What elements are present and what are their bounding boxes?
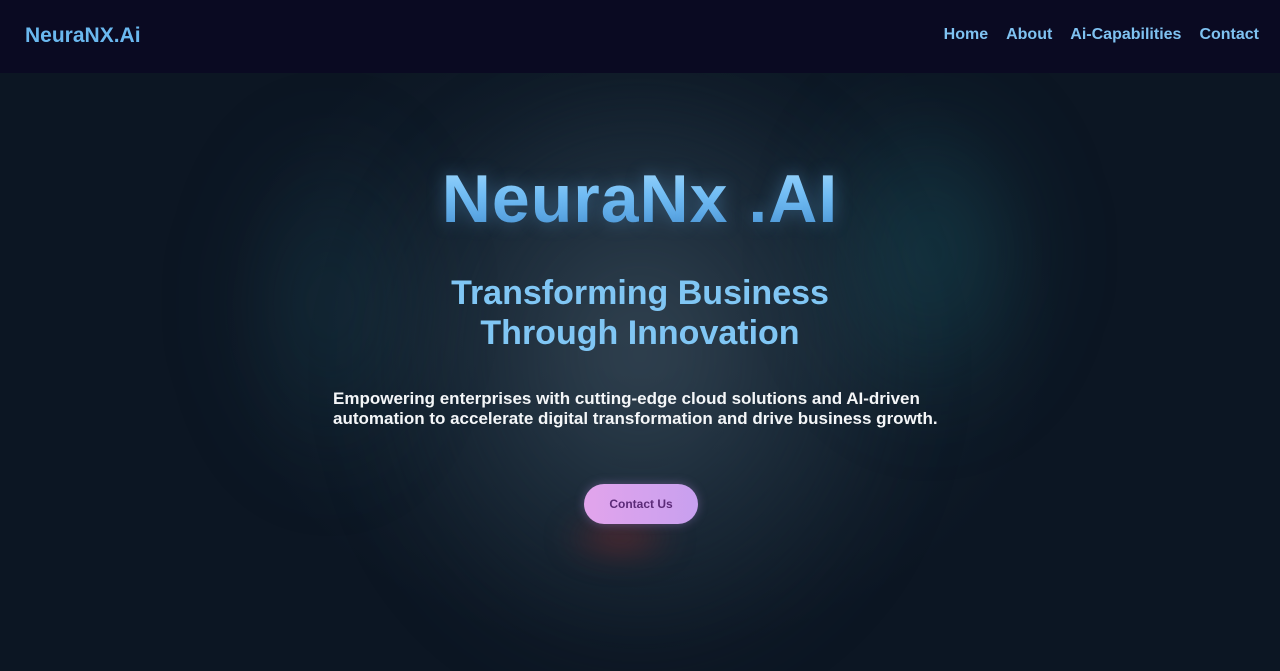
nav-link-ai-capabilities[interactable]: Ai-Capabilities	[1070, 25, 1181, 45]
main-nav: Home About Ai-Capabilities Contact	[926, 25, 1259, 45]
hero-title: NeuraNx .AI	[0, 159, 1280, 239]
contact-us-button[interactable]: Contact Us	[584, 484, 698, 524]
navbar: NeuraNX.Ai Home About Ai-Capabilities Co…	[0, 0, 1280, 73]
nav-link-about[interactable]: About	[1006, 25, 1052, 45]
nav-link-contact[interactable]: Contact	[1199, 25, 1259, 45]
hero-section: NeuraNx .AI Transforming Business Throug…	[0, 73, 1280, 671]
hero-background-glow-right	[800, 73, 1060, 433]
hero-description: Empowering enterprises with cutting-edge…	[333, 389, 938, 428]
nav-link-home[interactable]: Home	[944, 25, 988, 45]
hero-subtitle: Transforming Business Through Innovation	[451, 274, 829, 352]
brand-logo-link[interactable]: NeuraNX.Ai	[25, 23, 141, 49]
